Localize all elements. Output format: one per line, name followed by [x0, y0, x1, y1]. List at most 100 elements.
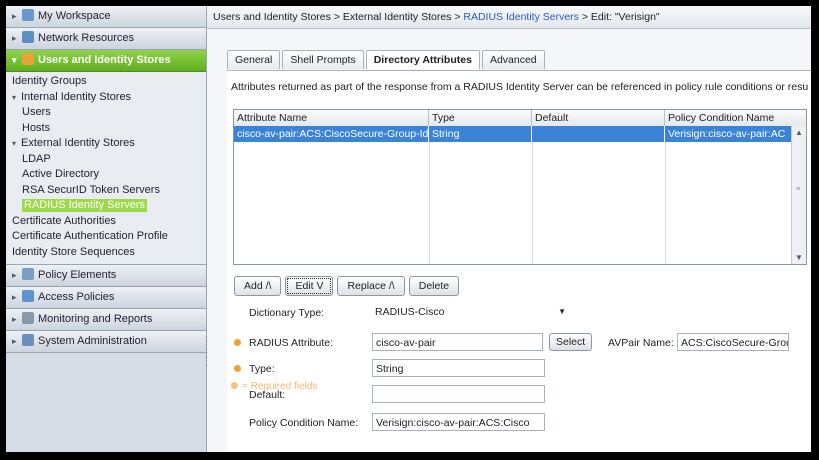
drawer-access-policies[interactable]: ▸ Access Policies — [6, 287, 206, 309]
collapse-toggle-icon[interactable]: ▾ — [12, 90, 21, 106]
dictionary-type-label: Dictionary Type: — [249, 307, 325, 319]
tree-item-active-directory[interactable]: Active Directory — [6, 167, 206, 183]
tree-item-hosts[interactable]: Hosts — [6, 121, 206, 137]
tree-item-certificate-authorities[interactable]: Certificate Authorities — [6, 214, 206, 230]
drawer-policy-elements[interactable]: ▸ Policy Elements — [6, 265, 206, 287]
tree-item-radius-identity-servers[interactable]: RADIUS Identity Servers — [6, 198, 206, 214]
drawer-my-workspace[interactable]: ▸ My Workspace — [6, 6, 206, 28]
policy-condition-label: Policy Condition Name: — [249, 417, 359, 429]
table-vertical-scrollbar[interactable]: ▲ ≡ ▼ — [791, 126, 806, 264]
table-row[interactable]: cisco-av-pair:ACS:CiscoSecure-Group-Id S… — [234, 126, 792, 142]
column-header-policy-condition[interactable]: Policy Condition Name — [665, 110, 792, 126]
tree-item-identity-groups[interactable]: Identity Groups — [6, 74, 206, 90]
required-field-icon — [234, 339, 241, 346]
cell-attribute-name: cisco-av-pair:ACS:CiscoSecure-Group-Id — [234, 126, 429, 142]
avpair-name-input[interactable]: ACS:CiscoSecure-Grou — [677, 333, 789, 351]
access-policies-icon — [22, 290, 34, 302]
breadcrumb: Users and Identity Stores > External Ide… — [207, 6, 811, 29]
column-header-attribute-name[interactable]: Attribute Name — [234, 110, 429, 126]
drawer-label: Monitoring and Reports — [38, 313, 153, 325]
content-area: Users and Identity Stores > External Ide… — [207, 6, 811, 452]
expand-arrow-icon: ▸ — [12, 33, 17, 43]
system-admin-icon — [22, 334, 34, 346]
default-input[interactable] — [372, 385, 545, 403]
policy-elements-icon — [22, 268, 34, 280]
tree-item-external-identity-stores[interactable]: ▾ External Identity Stores — [6, 136, 206, 152]
tree-item-certificate-auth-profile[interactable]: Certificate Authentication Profile — [6, 229, 206, 245]
form-row-radius-attribute: RADIUS Attribute: cisco-av-pair Select A… — [227, 333, 811, 353]
tab-shell-prompts[interactable]: Shell Prompts — [282, 50, 364, 69]
required-field-icon — [234, 365, 241, 372]
drawer-label: Access Policies — [38, 291, 115, 303]
type-input[interactable]: String — [372, 359, 545, 377]
network-icon — [22, 31, 34, 43]
dictionary-type-select[interactable]: RADIUS-Cisco ▼ — [372, 303, 572, 321]
tab-general[interactable]: General — [227, 50, 281, 69]
required-fields-note: = Required fields — [231, 381, 317, 392]
expand-arrow-icon: ▸ — [12, 314, 17, 324]
required-field-icon — [231, 382, 238, 389]
directory-attributes-panel: Attributes returned as part of the respo… — [227, 70, 811, 452]
cell-type: String — [429, 126, 532, 142]
policy-condition-input[interactable]: Verisign:cisco-av-pair:ACS:Cisco — [372, 413, 545, 431]
drawer-monitoring-reports[interactable]: ▸ Monitoring and Reports — [6, 309, 206, 331]
breadcrumb-link[interactable]: RADIUS Identity Servers — [463, 11, 579, 23]
tab-advanced[interactable]: Advanced — [481, 50, 545, 69]
drawer-label: Policy Elements — [38, 269, 117, 281]
drawer-label: Users and Identity Stores — [38, 54, 171, 66]
drawer-label: System Administration — [38, 335, 147, 347]
collapse-toggle-icon[interactable]: ▾ — [12, 136, 21, 152]
replace-button[interactable]: Replace /\ — [337, 276, 405, 296]
expand-arrow-icon: ▸ — [12, 11, 17, 21]
form-row-dictionary-type: Dictionary Type: RADIUS-Cisco ▼ — [227, 303, 787, 323]
radius-attribute-input[interactable]: cisco-av-pair — [372, 333, 543, 351]
tree-item-identity-store-sequences[interactable]: Identity Store Sequences — [6, 245, 206, 261]
cell-default — [532, 126, 665, 142]
drawer-label: My Workspace — [38, 10, 111, 22]
column-header-type[interactable]: Type — [429, 110, 532, 126]
scroll-down-icon[interactable]: ▼ — [795, 253, 803, 262]
edit-button[interactable]: Edit V — [285, 276, 334, 296]
users-icon — [22, 53, 34, 65]
column-divider — [429, 142, 430, 264]
radius-attribute-label: RADIUS Attribute: — [249, 337, 334, 349]
table-header: Attribute Name Type Default Policy Condi… — [234, 110, 806, 127]
workspace-icon — [22, 9, 34, 21]
nav-tree: Identity Groups ▾ Internal Identity Store… — [6, 72, 206, 265]
avpair-name-label: AVPair Name: — [608, 337, 674, 349]
tree-item-users[interactable]: Users — [6, 105, 206, 121]
scroll-grip-icon[interactable]: ≡ — [796, 186, 800, 193]
tree-item-rsa-securid[interactable]: RSA SecurID Token Servers — [6, 183, 206, 199]
delete-button[interactable]: Delete — [408, 276, 460, 296]
form-row-type: Type: String — [227, 359, 557, 379]
tree-item-internal-identity-stores[interactable]: ▾ Internal Identity Stores — [6, 90, 206, 106]
breadcrumb-current: Edit: "Verisign" — [590, 11, 660, 23]
breadcrumb-item: External Identity Stores — [342, 11, 452, 23]
dropdown-arrow-icon: ▼ — [558, 307, 566, 316]
drawer-label: Network Resources — [38, 32, 134, 44]
app-window: ▸ My Workspace ▸ Network Resources ▾ Users … — [6, 6, 811, 452]
sidebar: ▸ My Workspace ▸ Network Resources ▾ Users … — [6, 6, 207, 452]
scroll-up-icon[interactable]: ▲ — [795, 128, 803, 137]
expand-arrow-icon: ▸ — [12, 336, 17, 346]
column-header-default[interactable]: Default — [532, 110, 665, 126]
add-button[interactable]: Add /\ — [234, 276, 282, 296]
expand-arrow-icon: ▸ — [12, 270, 17, 280]
drawer-network-resources[interactable]: ▸ Network Resources — [6, 28, 206, 50]
breadcrumb-item: Users and Identity Stores — [213, 11, 331, 23]
expand-arrow-icon: ▸ — [12, 292, 17, 302]
column-divider — [665, 142, 666, 264]
tree-item-ldap[interactable]: LDAP — [6, 152, 206, 168]
collapse-arrow-icon: ▾ — [12, 55, 17, 65]
table-actions: Add /\ Edit V Replace /\ Delete — [234, 276, 463, 296]
form-row-policy-condition: Policy Condition Name: Verisign:cisco-av… — [227, 413, 557, 433]
drawer-system-administration[interactable]: ▸ System Administration — [6, 331, 206, 353]
drawer-users-identity-stores[interactable]: ▾ Users and Identity Stores — [6, 50, 206, 72]
tab-strip: General Shell Prompts Directory Attributes… — [227, 50, 547, 70]
tab-directory-attributes[interactable]: Directory Attributes — [365, 50, 480, 69]
type-label: Type: — [249, 363, 275, 375]
cell-policy-condition: Verisign:cisco-av-pair:AC — [668, 128, 786, 140]
attributes-table: Attribute Name Type Default Policy Condi… — [233, 109, 807, 265]
select-button[interactable]: Select — [549, 333, 593, 351]
monitoring-icon — [22, 312, 34, 324]
